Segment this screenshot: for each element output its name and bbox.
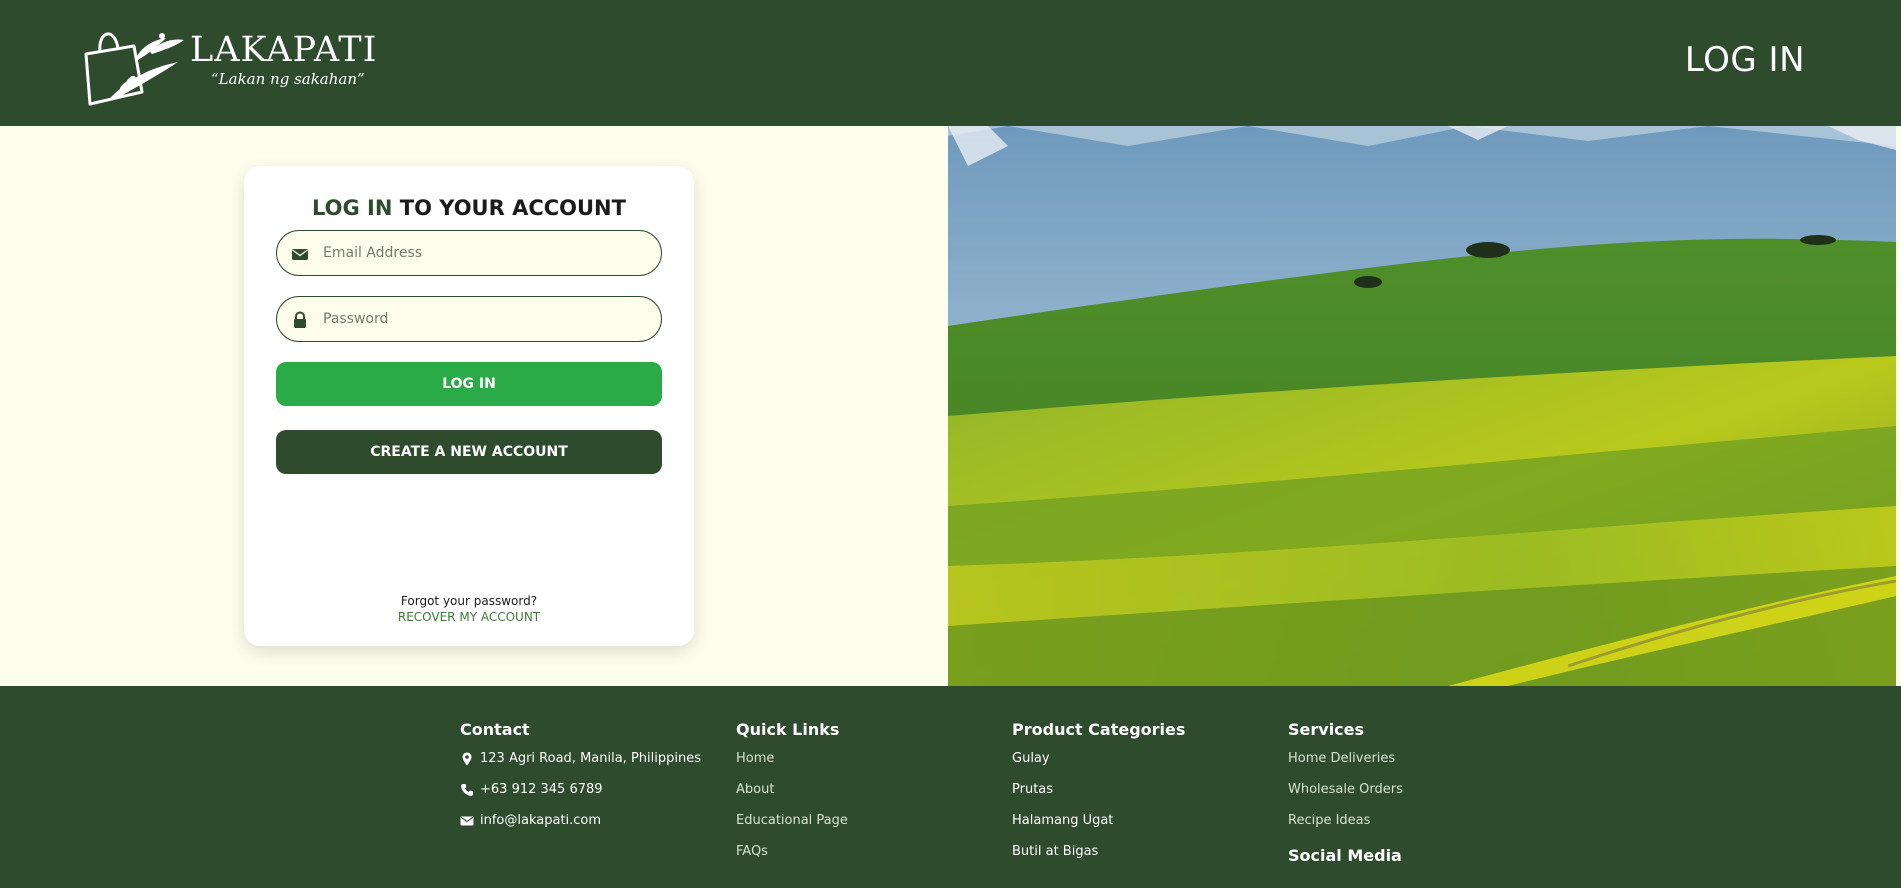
header-login-link[interactable]: LOG IN <box>1685 40 1805 80</box>
landscape-illustration <box>948 126 1896 686</box>
login-card-title: LOG IN TO YOUR ACCOUNT <box>244 196 694 220</box>
shopping-bag-leaf-icon <box>84 32 184 106</box>
password-input[interactable] <box>323 297 643 341</box>
site-footer: Contact 123 Agri Road, Manila, Philippin… <box>0 686 1901 888</box>
footer-service-home-deliveries[interactable]: Home Deliveries <box>1288 751 1548 782</box>
brand-tagline: “Lakan ng sakahan” <box>211 70 365 88</box>
footer-address-text: 123 Agri Road, Manila, Philippines <box>480 751 701 766</box>
brand-name: LAKAPATI <box>190 30 378 70</box>
footer-address: 123 Agri Road, Manila, Philippines <box>460 751 720 782</box>
footer-link-faqs[interactable]: FAQs <box>736 844 996 875</box>
footer-services-title: Services <box>1288 720 1365 739</box>
email-field[interactable] <box>276 230 662 276</box>
map-pin-icon <box>462 752 472 766</box>
footer-category-gulay[interactable]: Gulay <box>1012 751 1272 782</box>
login-title-rest: TO YOUR ACCOUNT <box>392 196 626 220</box>
password-field[interactable] <box>276 296 662 342</box>
footer-link-home[interactable]: Home <box>736 751 996 782</box>
logo[interactable]: LAKAPATI “Lakan ng sakahan” <box>80 18 380 108</box>
phone-icon <box>461 784 473 796</box>
footer-link-educational[interactable]: Educational Page <box>736 813 996 844</box>
footer-quick-links: Quick Links Home About Educational Page … <box>736 720 996 875</box>
envelope-icon <box>292 249 308 260</box>
footer-service-wholesale[interactable]: Wholesale Orders <box>1288 782 1548 813</box>
footer-phone[interactable]: +63 912 345 6789 <box>460 782 720 813</box>
hero-landscape-image <box>948 126 1896 686</box>
create-account-button[interactable]: CREATE A NEW ACCOUNT <box>276 430 662 474</box>
site-header: LAKAPATI “Lakan ng sakahan” LOG IN <box>0 0 1901 126</box>
envelope-icon <box>460 816 474 826</box>
forgot-password-text: Forgot your password? <box>400 594 538 608</box>
footer-category-halamang-ugat[interactable]: Halamang Ugat <box>1012 813 1272 844</box>
footer-contact-title: Contact <box>460 720 530 739</box>
footer-category-butil-at-bigas[interactable]: Butil at Bigas <box>1012 844 1272 875</box>
footer-social-media-title: Social Media <box>1288 846 1402 865</box>
footer-email-text: info@lakapati.com <box>480 813 602 828</box>
footer-link-about[interactable]: About <box>736 782 996 813</box>
footer-contact: Contact 123 Agri Road, Manila, Philippin… <box>460 720 720 844</box>
footer-service-recipe-ideas[interactable]: Recipe Ideas <box>1288 813 1548 844</box>
footer-email[interactable]: info@lakapati.com <box>460 813 720 844</box>
footer-phone-text: +63 912 345 6789 <box>480 782 603 797</box>
footer-product-categories: Product Categories Gulay Prutas Halamang… <box>1012 720 1272 875</box>
footer-services: Services Home Deliveries Wholesale Order… <box>1288 720 1548 865</box>
footer-category-prutas[interactable]: Prutas <box>1012 782 1272 813</box>
login-button[interactable]: LOG IN <box>276 362 662 406</box>
footer-quick-links-title: Quick Links <box>736 720 840 739</box>
login-title-accent: LOG IN <box>312 196 393 220</box>
footer-categories-title: Product Categories <box>1012 720 1186 739</box>
recover-account-link[interactable]: RECOVER MY ACCOUNT <box>244 610 694 624</box>
login-card: LOG IN TO YOUR ACCOUNT LOG IN CREATE A N… <box>244 166 694 646</box>
lock-icon <box>294 311 306 328</box>
login-section: LOG IN TO YOUR ACCOUNT LOG IN CREATE A N… <box>0 126 948 686</box>
email-input[interactable] <box>323 231 643 275</box>
